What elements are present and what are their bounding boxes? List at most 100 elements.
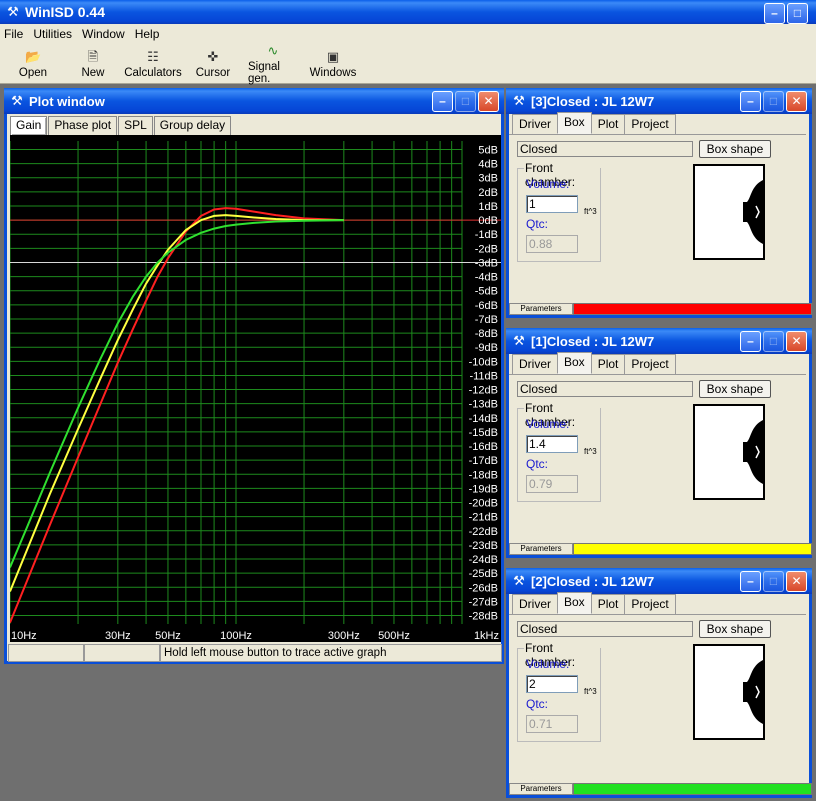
box-shape-button[interactable]: Box shape — [699, 140, 771, 158]
minimize-button[interactable]: – — [764, 3, 785, 24]
volume-input[interactable]: 2 — [526, 675, 578, 693]
y-tick-label: -3dB — [475, 257, 498, 269]
volume-input[interactable]: 1.4 — [526, 435, 578, 453]
speaker-driver-icon — [743, 180, 763, 244]
design-minimize-button[interactable]: – — [740, 91, 761, 112]
new-button[interactable]: 🗎 New — [58, 44, 128, 83]
design-close-button[interactable]: ✕ — [786, 331, 807, 352]
y-tick-label: -22dB — [469, 526, 498, 538]
wrench-icon: ⚒ — [513, 93, 525, 108]
menu-help[interactable]: Help — [135, 27, 160, 41]
volume-unit: ft^3 — [584, 447, 597, 456]
plot-minimize-button[interactable]: – — [432, 91, 453, 112]
maximize-button[interactable]: □ — [787, 3, 808, 24]
tab-driver[interactable]: Driver — [512, 114, 558, 134]
tab-box[interactable]: Box — [557, 592, 592, 614]
tab-plot[interactable]: Plot — [590, 114, 626, 134]
tab-project[interactable]: Project — [624, 354, 676, 374]
design-close-button[interactable]: ✕ — [786, 571, 807, 592]
box-shape-button[interactable]: Box shape — [699, 620, 771, 638]
box-tab-page: Closed Box shape Front chamber: Volume: … — [509, 134, 806, 302]
tab-box[interactable]: Box — [557, 112, 592, 134]
graph-color-swatch[interactable] — [573, 543, 812, 555]
calculators-button[interactable]: ☷ Calculators — [124, 44, 182, 83]
design-maximize-button[interactable]: □ — [763, 91, 784, 112]
gain-chart-svg[interactable]: 5dB 4dB 3dB 2dB 1dB 0dB -1dB -2dB -3dB -4dB -5dB -6… — [9, 135, 501, 642]
volume-label: Volume: — [526, 177, 570, 191]
parameters-button[interactable]: Parameters — [509, 543, 573, 555]
design-tabs: Driver Box Plot Project — [512, 592, 676, 614]
parameters-row: Parameters — [509, 783, 812, 795]
design-close-button[interactable]: ✕ — [786, 91, 807, 112]
y-tick-label: -28dB — [469, 611, 498, 623]
x-tick-label: 500Hz — [378, 630, 410, 642]
signal-gen-button[interactable]: ∿ Signal gen. — [248, 43, 298, 85]
tab-project[interactable]: Project — [624, 594, 676, 614]
y-tick-label: -5dB — [475, 286, 498, 298]
qtc-label: Qtc: — [526, 697, 549, 711]
y-tick-label: 2dB — [478, 187, 498, 199]
plot-window-titlebar[interactable]: ⚒ Plot window – □ ✕ — [4, 88, 504, 114]
tab-box[interactable]: Box — [557, 352, 592, 374]
plot-close-button[interactable]: ✕ — [478, 91, 499, 112]
tab-spl[interactable]: SPL — [118, 116, 153, 135]
menu-file[interactable]: File — [4, 27, 23, 41]
graph-color-swatch[interactable] — [573, 783, 812, 795]
design-maximize-button[interactable]: □ — [763, 571, 784, 592]
y-tick-label: -12dB — [469, 385, 498, 397]
design-maximize-button[interactable]: □ — [763, 331, 784, 352]
windows-button[interactable]: ▣ Windows — [298, 44, 368, 83]
front-chamber-group: Front chamber: Volume: 2 ft^3 Qtc: 0.71 — [517, 641, 601, 742]
design-window: Driver Box Plot Project Closed Box shape… — [506, 88, 812, 318]
response-curve-2 — [9, 219, 344, 568]
tab-driver[interactable]: Driver — [512, 354, 558, 374]
parameters-button[interactable]: Parameters — [509, 303, 573, 315]
plot-statusbar: Hold left mouse button to trace active g… — [8, 644, 502, 662]
graph-color-swatch[interactable] — [573, 303, 812, 315]
design-window-titlebar[interactable]: ⚒ [1]Closed : JL 12W7 – □ ✕ — [506, 328, 812, 354]
volume-input[interactable]: 1 — [526, 195, 578, 213]
box-type-select[interactable]: Closed — [517, 141, 693, 157]
box-preview — [693, 164, 765, 260]
window-icon: ▣ — [326, 48, 340, 64]
qtc-label: Qtc: — [526, 457, 549, 471]
tab-group-delay[interactable]: Group delay — [153, 116, 232, 135]
design-minimize-button[interactable]: – — [740, 331, 761, 352]
plot-window-title: Plot window — [29, 93, 105, 109]
menu-window[interactable]: Window — [82, 27, 125, 41]
crosshair-icon: ✜ — [207, 48, 219, 64]
gain-plot[interactable]: 5dB 4dB 3dB 2dB 1dB 0dB -1dB -2dB -3dB -4dB -5dB -6… — [9, 135, 501, 642]
cursor-label: Cursor — [195, 66, 231, 79]
y-tick-label: -23dB — [469, 540, 498, 552]
cursor-button[interactable]: ✜ Cursor — [178, 44, 248, 83]
design-window-titlebar[interactable]: ⚒ [2]Closed : JL 12W7 – □ ✕ — [506, 568, 812, 594]
box-type-select[interactable]: Closed — [517, 621, 693, 637]
design-tabs: Driver Box Plot Project — [512, 112, 676, 134]
tab-project[interactable]: Project — [624, 114, 676, 134]
box-shape-button[interactable]: Box shape — [699, 380, 771, 398]
y-tick-label: 4dB — [478, 159, 498, 171]
box-type-select[interactable]: Closed — [517, 381, 693, 397]
tab-plot[interactable]: Plot — [590, 354, 626, 374]
y-tick-label: 5dB — [478, 144, 498, 156]
design-window-title: [2]Closed : JL 12W7 — [531, 573, 655, 589]
tab-gain[interactable]: Gain — [10, 116, 48, 135]
toolbar: 📂 Open 🗎 New ☷ Calculators ✜ Cursor ∿ Si… — [0, 43, 816, 85]
speaker-driver-icon — [743, 660, 763, 724]
tab-phase-plot[interactable]: Phase plot — [48, 116, 118, 135]
box-tab-page: Closed Box shape Front chamber: Volume: … — [509, 614, 806, 782]
volume-unit: ft^3 — [584, 687, 597, 696]
calculator-sliders-icon: ☷ — [147, 48, 159, 64]
front-chamber-group: Front chamber: Volume: 1.4 ft^3 Qtc: 0.7… — [517, 401, 601, 502]
plot-maximize-button[interactable]: □ — [455, 91, 476, 112]
tab-driver[interactable]: Driver — [512, 594, 558, 614]
tab-plot[interactable]: Plot — [590, 594, 626, 614]
parameters-button[interactable]: Parameters — [509, 783, 573, 795]
open-button[interactable]: 📂 Open — [8, 44, 58, 83]
menu-utilities[interactable]: Utilities — [33, 27, 72, 41]
app-titlebar[interactable]: ⚒ WinISD 0.44 – □ — [0, 0, 816, 24]
status-cell-1 — [8, 644, 84, 662]
design-window-titlebar[interactable]: ⚒ [3]Closed : JL 12W7 – □ ✕ — [506, 88, 812, 114]
design-minimize-button[interactable]: – — [740, 571, 761, 592]
box-tab-page: Closed Box shape Front chamber: Volume: … — [509, 374, 806, 542]
